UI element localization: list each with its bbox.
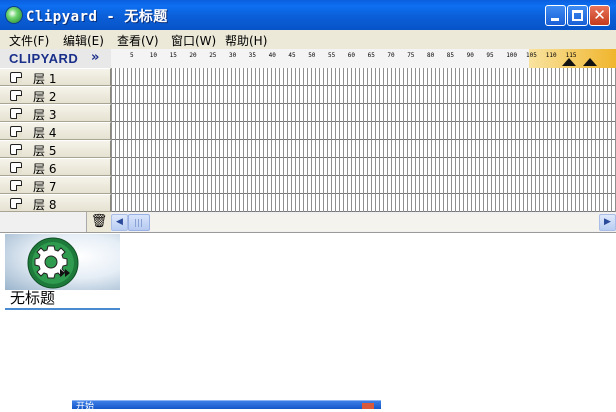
close-icon: ✕ bbox=[593, 6, 606, 24]
ruler-tick-label: 60 bbox=[347, 52, 356, 59]
ruler-tick-label: 30 bbox=[229, 52, 237, 59]
layer-icon bbox=[10, 72, 22, 83]
ruler-tick-label: 15 bbox=[169, 52, 177, 59]
menu-help[interactable]: 帮助(H) bbox=[225, 32, 267, 49]
layer-icon bbox=[10, 144, 22, 155]
ruler-marker-icon[interactable] bbox=[562, 58, 576, 66]
ruler-tick-label: 45 bbox=[288, 52, 296, 59]
layer-label: 层 5 bbox=[33, 144, 57, 158]
selection-underline bbox=[5, 308, 120, 310]
ruler-tick-label: 100 bbox=[506, 52, 518, 59]
layer-label: 层 1 bbox=[33, 72, 57, 86]
ruler-row: CLIPYARD » 5 10 15 20 25 30 35 40 45 50 55 60 65 70 75… bbox=[0, 49, 616, 68]
trash-icon[interactable]: 🗑 bbox=[86, 212, 111, 232]
menu-window[interactable]: 窗口(W) bbox=[171, 32, 216, 49]
layer-row[interactable]: 层 7 bbox=[0, 176, 111, 194]
ruler-tick-label: 80 bbox=[427, 52, 435, 59]
minimize-icon bbox=[551, 18, 559, 21]
layer-icon bbox=[10, 90, 22, 101]
divider bbox=[0, 232, 616, 233]
layers-panel: 层 1 层 2 层 3 层 4 层 5 层 6 层 7 层 8 bbox=[0, 68, 111, 212]
app-icon[interactable] bbox=[6, 7, 22, 23]
scroll-thumb[interactable] bbox=[128, 214, 150, 231]
menu-bar: 文件(F) 编辑(E) 查看(V) 窗口(W) 帮助(H) bbox=[0, 30, 616, 49]
ruler-tick-label: 75 bbox=[407, 52, 415, 59]
layer-row[interactable]: 层 2 bbox=[0, 86, 111, 104]
horizontal-scrollbar[interactable]: ◀ ▶ bbox=[111, 214, 616, 231]
layer-icon bbox=[10, 198, 22, 209]
layer-row[interactable]: 层 1 bbox=[0, 68, 111, 86]
maximize-icon bbox=[572, 10, 583, 21]
layer-icon bbox=[10, 162, 22, 173]
taskbar-label: 开始 bbox=[76, 402, 95, 412]
ruler-tick-label: 20 bbox=[189, 52, 197, 59]
layer-icon bbox=[10, 126, 22, 137]
ruler-tick-label: 90 bbox=[466, 52, 474, 59]
layer-icon bbox=[10, 180, 22, 191]
layer-label: 层 8 bbox=[33, 198, 57, 212]
ruler-tick-label: 110 bbox=[545, 52, 557, 59]
layer-label: 层 4 bbox=[33, 126, 57, 140]
logo-chevron-icon: » bbox=[91, 50, 100, 65]
maximize-button[interactable] bbox=[567, 5, 588, 26]
ruler-tick-label: 5 bbox=[130, 52, 134, 59]
minimize-button[interactable] bbox=[545, 5, 566, 26]
document-title: 无标题 bbox=[10, 289, 56, 307]
layer-row[interactable]: 层 5 bbox=[0, 140, 111, 158]
layer-icon bbox=[10, 108, 22, 119]
ruler-tick-label: 85 bbox=[446, 52, 455, 59]
layer-label: 层 3 bbox=[33, 108, 57, 122]
close-button[interactable]: ✕ bbox=[589, 5, 610, 26]
layer-row[interactable]: 层 8 bbox=[0, 194, 111, 212]
grip-icon bbox=[135, 219, 143, 227]
menu-edit[interactable]: 编辑(E) bbox=[63, 32, 104, 49]
title-bar: Clipyard - 无标题 ✕ bbox=[0, 0, 616, 30]
ruler-tick-label: 70 bbox=[387, 52, 395, 59]
scroll-left-button[interactable]: ◀ bbox=[111, 214, 128, 231]
menu-file[interactable]: 文件(F) bbox=[9, 32, 49, 49]
ruler-tick-label: 40 bbox=[268, 52, 276, 59]
layer-row[interactable]: 层 3 bbox=[0, 104, 111, 122]
document-area: 无标题 bbox=[0, 232, 616, 408]
layer-row[interactable]: 层 6 bbox=[0, 158, 111, 176]
control-row: 🗑 ◀ ▶ bbox=[0, 212, 616, 232]
clipyard-logo: CLIPYARD » bbox=[0, 49, 111, 68]
ruler-tick-label: 95 bbox=[486, 52, 494, 59]
layer-row[interactable]: 层 4 bbox=[0, 122, 111, 140]
scroll-right-button[interactable]: ▶ bbox=[599, 214, 616, 231]
ruler-tick-label: 65 bbox=[367, 52, 375, 59]
close-icon[interactable] bbox=[362, 403, 374, 409]
timeline-grid[interactable] bbox=[111, 68, 616, 212]
gear-icon bbox=[27, 237, 79, 289]
ruler-tick-label: 35 bbox=[248, 52, 257, 59]
layer-label: 层 2 bbox=[33, 90, 57, 104]
window-title: Clipyard - 无标题 bbox=[26, 9, 168, 25]
ruler-tick-label: 55 bbox=[328, 52, 336, 59]
layer-label: 层 7 bbox=[33, 180, 57, 194]
logo-text: CLIPYARD bbox=[9, 51, 79, 66]
ruler-tick-label: 10 bbox=[149, 52, 158, 59]
menu-view[interactable]: 查看(V) bbox=[117, 32, 159, 49]
ruler-marker-icon[interactable] bbox=[583, 58, 597, 66]
ruler-tick-label: 25 bbox=[209, 52, 217, 59]
ruler-tick-label: 105 bbox=[526, 52, 537, 59]
ruler-tick-label: 50 bbox=[308, 52, 316, 59]
layer-label: 层 6 bbox=[33, 162, 57, 176]
timeline-ruler[interactable]: 5 10 15 20 25 30 35 40 45 50 55 60 65 70 75 80 85 90 95 100… bbox=[111, 49, 616, 68]
